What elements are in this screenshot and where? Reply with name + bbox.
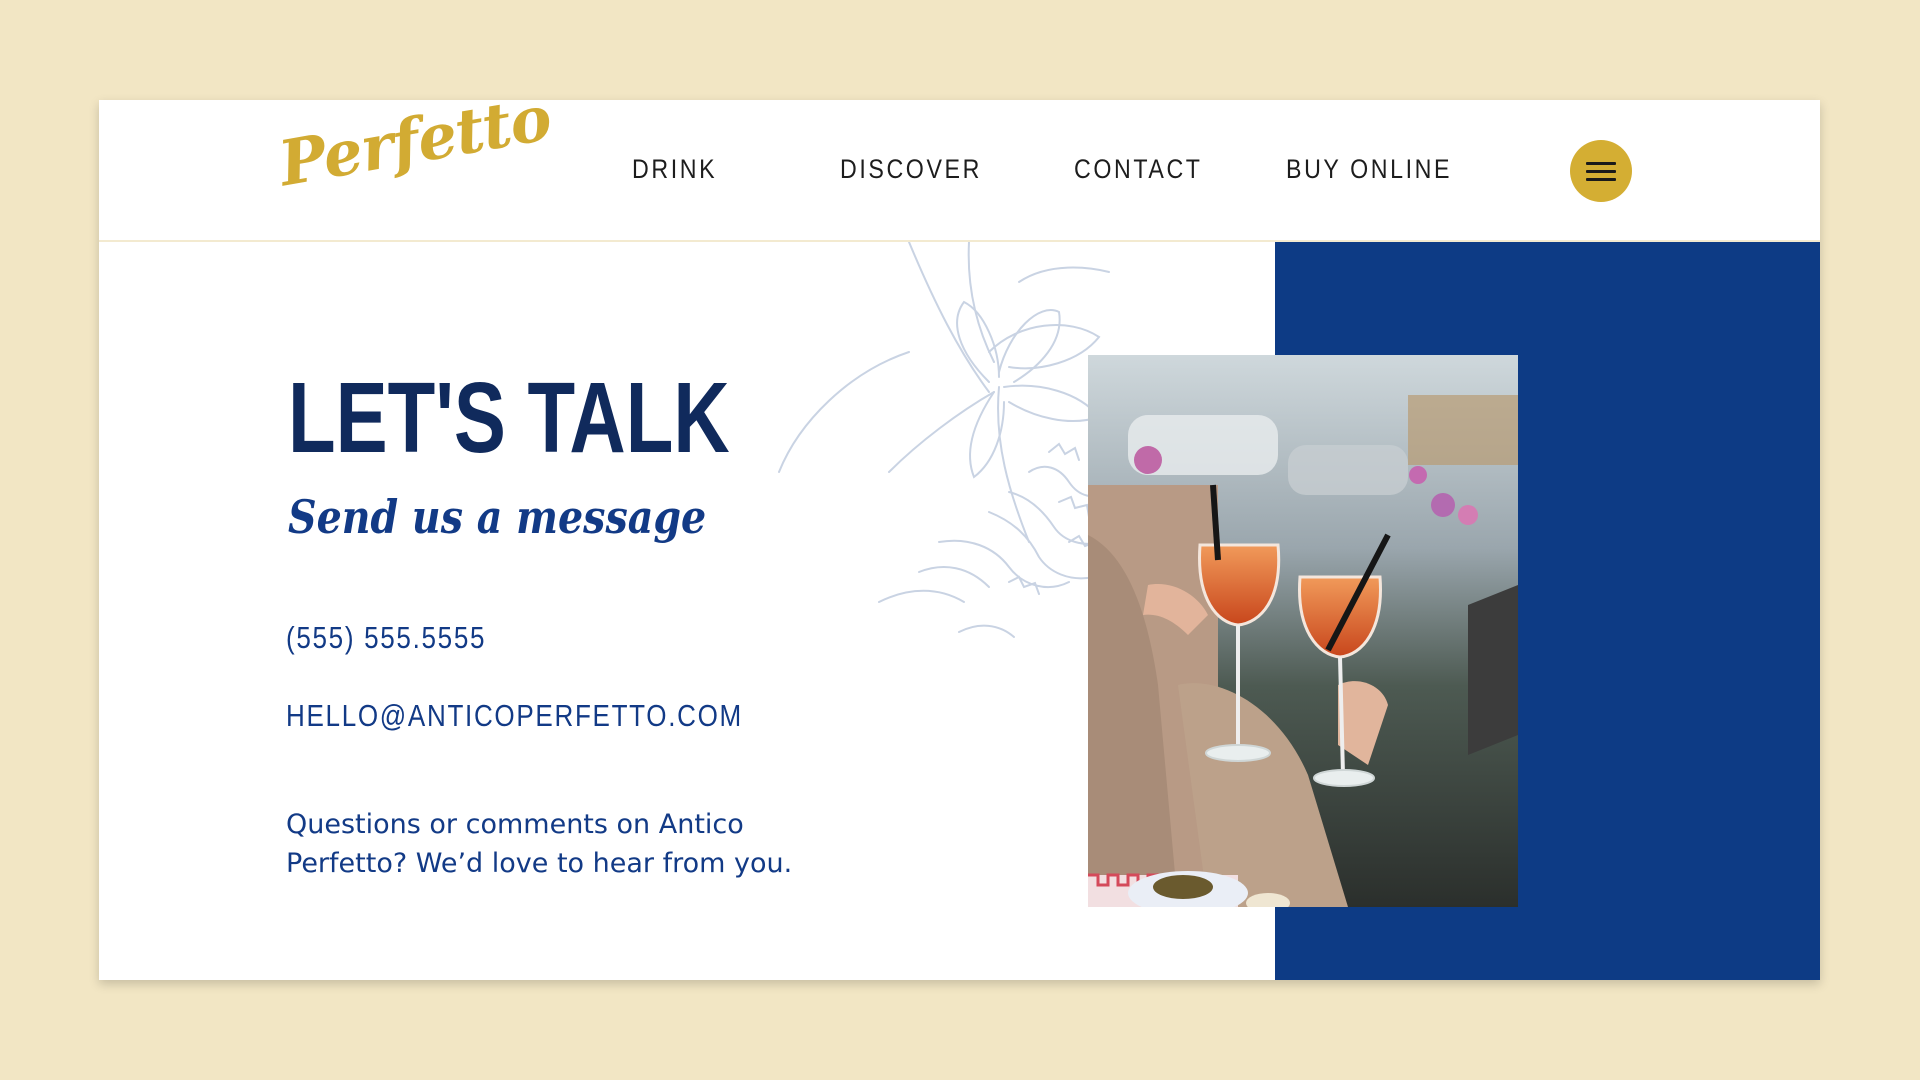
contact-blurb: Questions or comments on Antico Perfetto… — [286, 809, 793, 879]
cocktail-toast-photo — [1088, 355, 1518, 907]
page-subtitle: Send us a message — [288, 490, 707, 544]
page-title: LET'S TALK — [288, 362, 730, 474]
nav-item-discover[interactable]: DISCOVER — [840, 154, 982, 185]
contact-page-card: Perfetto DRINK DISCOVER CONTACT BUY ONLI… — [99, 100, 1820, 980]
email-link[interactable]: HELLO@ANTICOPERFETTO.COM — [286, 698, 743, 734]
site-header: Perfetto DRINK DISCOVER CONTACT BUY ONLI… — [99, 100, 1820, 242]
phone-link[interactable]: (555) 555.5555 — [286, 620, 486, 656]
nav-item-contact[interactable]: CONTACT — [1074, 154, 1203, 185]
nav-item-buy-online[interactable]: BUY ONLINE — [1286, 154, 1452, 185]
nav-item-drink[interactable]: DRINK — [632, 154, 717, 185]
brand-logo[interactable]: Perfetto — [274, 100, 556, 230]
brand-logo-text: Perfetto — [273, 100, 557, 201]
menu-button[interactable] — [1570, 140, 1632, 202]
